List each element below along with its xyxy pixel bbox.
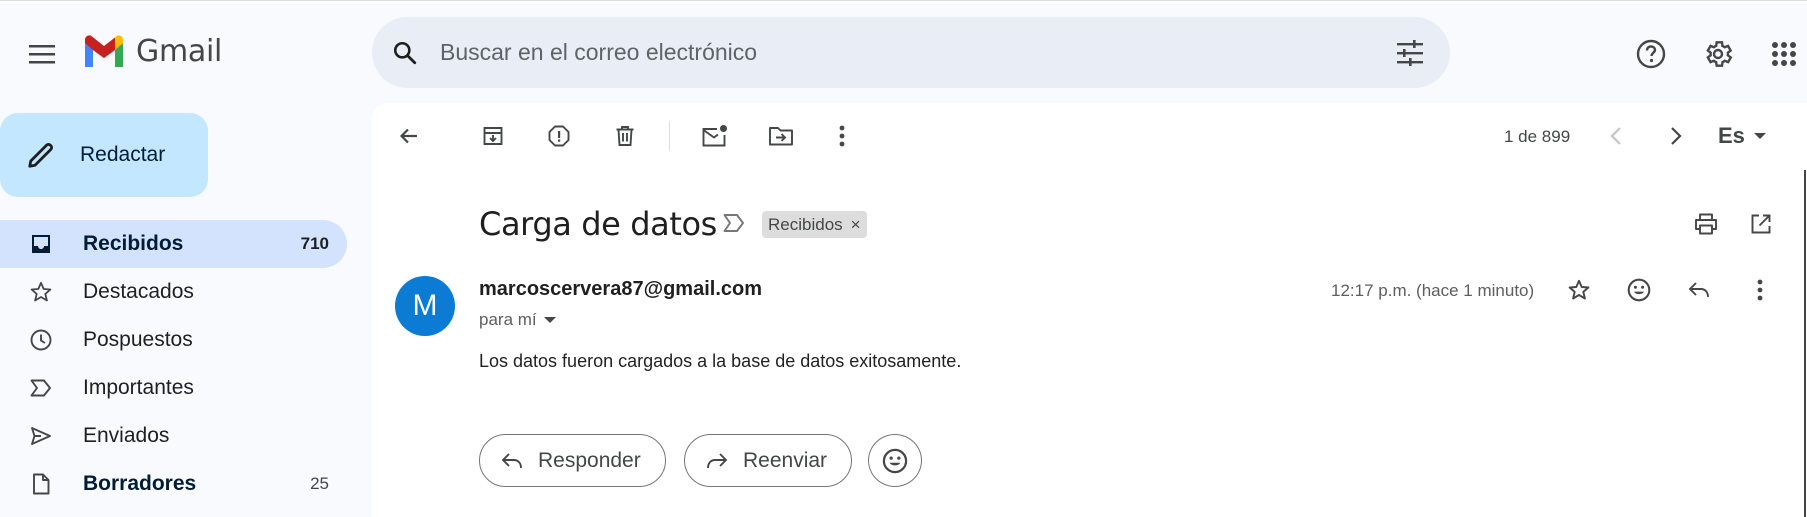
- chevron-right-icon: [1671, 127, 1682, 145]
- delete-button[interactable]: [603, 114, 647, 158]
- move-to-folder-icon: [769, 127, 793, 146]
- reply-button[interactable]: Responder: [479, 434, 666, 487]
- compose-label: Redactar: [80, 143, 166, 166]
- sidebar-item-snoozed[interactable]: Pospuestos: [0, 316, 347, 364]
- arrow-back-icon: [399, 128, 417, 144]
- clock-icon: [30, 329, 52, 351]
- add-reaction-button[interactable]: [1617, 268, 1661, 312]
- star-icon: [1568, 279, 1590, 300]
- recipient-label: para mí: [479, 310, 537, 329]
- main-menu-button[interactable]: [18, 30, 66, 78]
- report-spam-button[interactable]: [537, 114, 581, 158]
- recipient-details[interactable]: para mí: [479, 310, 557, 330]
- sender-email[interactable]: marcoscervera87@gmail.com: [479, 278, 762, 301]
- language-label: Es: [1718, 123, 1745, 148]
- message-timestamp: 12:17 p.m. (hace 1 minuto): [1331, 281, 1535, 300]
- report-spam-icon: [548, 125, 570, 147]
- apps-grid-icon: [1772, 42, 1796, 66]
- label-chip-text: Recibidos: [768, 214, 843, 234]
- message-more-button[interactable]: [1738, 268, 1782, 312]
- emoji-icon: [882, 448, 908, 473]
- open-new-window-button[interactable]: [1739, 202, 1783, 246]
- star-icon: [30, 281, 52, 302]
- more-vert-icon: [1757, 279, 1763, 301]
- trash-icon: [616, 126, 634, 146]
- sidebar-item-label: Enviados: [83, 424, 170, 447]
- reply-label: Responder: [538, 448, 641, 472]
- move-to-button[interactable]: [759, 114, 803, 158]
- caret-down-icon: [543, 317, 556, 323]
- reply-icon: [501, 452, 522, 468]
- mark-unread-icon: [702, 125, 727, 147]
- help-button[interactable]: [1627, 30, 1675, 78]
- app-name: Gmail: [136, 34, 223, 69]
- sidebar-item-starred[interactable]: Destacados: [0, 268, 347, 316]
- open-in-new-icon: [1751, 214, 1771, 234]
- sidebar-item-label: Importantes: [83, 376, 194, 399]
- sidebar-item-label: Borradores: [83, 472, 197, 495]
- print-icon: [1695, 213, 1717, 235]
- more-options-button[interactable]: [820, 114, 864, 158]
- sidebar-item-inbox[interactable]: Recibidos 710: [0, 220, 347, 268]
- apps-button[interactable]: [1760, 30, 1807, 78]
- gear-icon: [1706, 41, 1733, 67]
- email-subject: Carga de datos: [479, 205, 717, 243]
- search-options-icon[interactable]: [1396, 39, 1424, 66]
- unread-count: 710: [300, 234, 329, 253]
- archive-button[interactable]: [471, 114, 515, 158]
- scrollbar-edge: [1804, 170, 1806, 517]
- reply-icon-button[interactable]: [1677, 268, 1721, 312]
- gmail-logo[interactable]: Gmail: [82, 34, 222, 69]
- remove-label-button[interactable]: ×: [851, 215, 861, 235]
- draft-count: 25: [310, 474, 329, 493]
- mark-unread-button[interactable]: [693, 114, 737, 158]
- draft-icon: [33, 473, 50, 495]
- hamburger-icon: [29, 45, 55, 64]
- forward-icon: [707, 452, 728, 468]
- send-icon: [31, 427, 51, 445]
- print-button[interactable]: [1684, 202, 1728, 246]
- chevron-left-icon: [1610, 127, 1621, 145]
- help-icon: [1636, 39, 1666, 69]
- reply-icon: [1688, 282, 1709, 298]
- older-button[interactable]: [1654, 114, 1698, 158]
- sidebar-item-label: Destacados: [83, 280, 194, 303]
- toolbar-divider: [669, 121, 670, 151]
- inbox-icon: [32, 235, 50, 253]
- forward-button[interactable]: Reenviar: [684, 434, 853, 487]
- sidebar-item-sent[interactable]: Enviados: [0, 412, 347, 460]
- sidebar-item-important[interactable]: Importantes: [0, 364, 347, 412]
- compose-button[interactable]: Redactar: [0, 113, 208, 197]
- gmail-m-icon: [85, 34, 123, 67]
- emoji-icon: [1627, 278, 1651, 302]
- input-tools-button[interactable]: Es: [1718, 114, 1767, 158]
- sender-avatar[interactable]: M: [395, 276, 455, 336]
- back-button[interactable]: [387, 114, 431, 158]
- newer-button[interactable]: [1594, 114, 1638, 158]
- importance-marker[interactable]: [722, 212, 746, 234]
- search-bar[interactable]: [372, 17, 1450, 88]
- pagination-text: 1 de 899: [1504, 127, 1571, 146]
- more-vert-icon: [839, 125, 845, 147]
- forward-label: Reenviar: [743, 448, 828, 472]
- message-body: Los datos fueron cargados a la base de d…: [479, 351, 962, 371]
- sidebar-item-drafts[interactable]: Borradores 25: [0, 460, 347, 508]
- important-icon: [723, 214, 744, 232]
- label-chip: Recibidos ×: [762, 211, 867, 238]
- settings-button[interactable]: [1694, 30, 1742, 78]
- important-icon: [30, 379, 51, 397]
- archive-icon: [483, 127, 503, 145]
- sidebar-nav: Recibidos 710 Destacados Pospuestos Impo…: [0, 220, 347, 508]
- sidebar-item-label: Recibidos: [83, 232, 184, 255]
- sidebar-item-label: Pospuestos: [83, 328, 193, 351]
- emoji-reaction-button[interactable]: [868, 434, 922, 487]
- search-icon[interactable]: [392, 40, 418, 66]
- search-input[interactable]: [440, 39, 1396, 66]
- star-message-button[interactable]: [1557, 268, 1601, 312]
- caret-down-icon: [1753, 133, 1766, 139]
- top-border: [0, 0, 1807, 4]
- pencil-icon: [28, 143, 53, 168]
